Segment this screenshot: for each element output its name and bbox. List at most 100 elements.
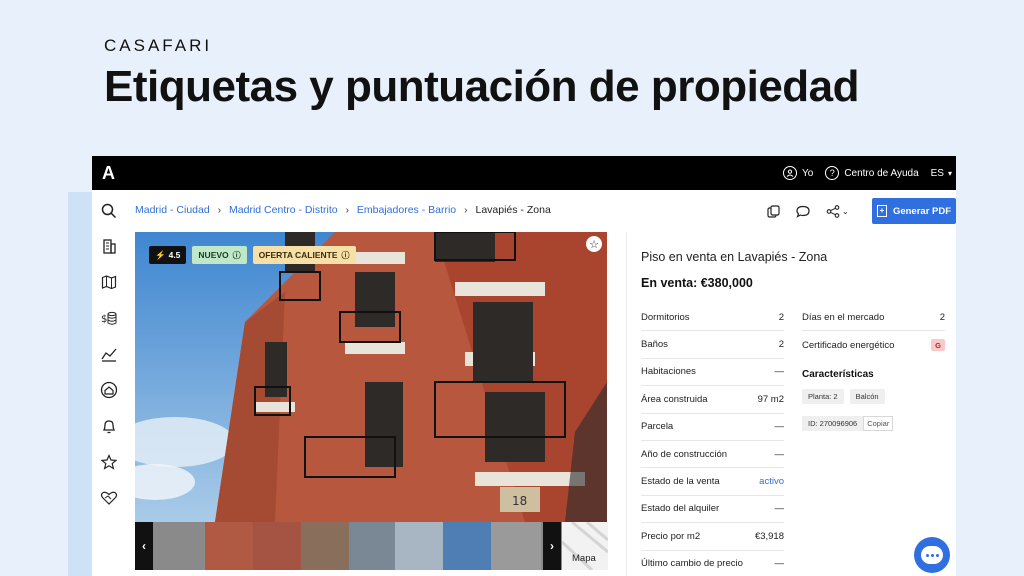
breadcrumb-district[interactable]: Madrid Centro - Distrito <box>229 204 338 216</box>
detail-row: Estado del alquiler — <box>641 496 785 524</box>
detail-label: Área construida <box>641 393 708 405</box>
analytics-icon[interactable] <box>100 345 118 363</box>
detail-value: 2 <box>778 339 784 351</box>
property-tags: ⚡ 4.5 NUEVO ⓘ OFERTA CALIENTE ⓘ <box>149 246 356 264</box>
detail-label: Parcela <box>641 421 674 433</box>
handshake-heart-icon[interactable] <box>100 489 118 507</box>
listing-title: Piso en venta en Lavapiés - Zona <box>641 250 828 264</box>
home-search-icon[interactable] <box>100 381 118 399</box>
map-thumbnail[interactable]: Mapa <box>562 522 608 570</box>
hot-offer-tag[interactable]: OFERTA CALIENTE ⓘ <box>252 246 356 264</box>
map-label: Mapa <box>572 553 596 564</box>
detail-row: Último cambio de precio — <box>641 551 784 576</box>
chat-bubble-icon <box>921 546 943 564</box>
app-logo[interactable]: A <box>102 163 115 184</box>
toolbar: ⌄ <box>762 200 849 222</box>
property-photo[interactable]: 18 <box>135 232 607 522</box>
valuation-icon[interactable]: $ <box>100 309 118 327</box>
detail-value: 2 <box>939 311 945 323</box>
listing-price: En venta: €380,000 <box>641 276 753 290</box>
breadcrumb-neighborhood[interactable]: Embajadores - Barrio <box>357 204 456 216</box>
chevron-right-icon: › <box>217 204 222 216</box>
detail-value: — <box>774 503 785 515</box>
detail-label: Estado de la venta <box>641 476 720 488</box>
star-icon[interactable] <box>100 453 118 471</box>
thumbnail-strip: ‹ › <box>135 522 607 570</box>
detail-value: — <box>774 421 785 433</box>
chip-floor: Planta: 2 <box>802 389 844 404</box>
detail-row: Días en el mercado 2 <box>802 304 945 332</box>
characteristics-chips: Planta: 2 Balcón <box>802 389 885 404</box>
map-icon[interactable] <box>100 273 118 291</box>
detail-value: 2 <box>778 311 784 323</box>
door-number: 18 <box>512 494 527 508</box>
bolt-icon: ⚡ <box>155 249 166 260</box>
file-plus-icon: + <box>876 205 887 217</box>
favorite-star-icon[interactable]: ☆ <box>586 236 602 252</box>
sale-status-link[interactable]: activo <box>759 476 784 487</box>
generate-pdf-label: Generar PDF <box>892 205 952 217</box>
listing-id: ID: 270096906 <box>802 416 864 431</box>
detail-label: Baños <box>641 339 668 351</box>
detail-label: Precio por m2 <box>641 530 701 542</box>
chat-button[interactable] <box>914 537 950 573</box>
top-bar: A Yo ? Centro de Ayuda ES ▾ <box>92 156 956 190</box>
listing-details-panel: Piso en venta en Lavapiés - Zona En vent… <box>626 232 956 576</box>
detail-row: Estado de la venta activo <box>641 468 784 496</box>
breadcrumb: Madrid - Ciudad › Madrid Centro - Distri… <box>135 204 551 216</box>
detail-row: Habitaciones — <box>641 359 785 387</box>
user-icon <box>782 166 797 180</box>
score-badge[interactable]: ⚡ 4.5 <box>149 246 187 264</box>
detail-row: Año de construcción — <box>641 441 785 469</box>
characteristics-title: Características <box>802 369 874 380</box>
detail-label: Habitaciones <box>641 366 696 378</box>
chevron-down-icon[interactable]: ▾ <box>948 169 952 178</box>
comment-icon[interactable] <box>792 200 814 222</box>
help-icon: ? <box>825 166 840 180</box>
generate-pdf-button[interactable]: + Generar PDF <box>872 198 956 224</box>
info-icon[interactable]: ⓘ <box>342 250 350 261</box>
breadcrumb-city[interactable]: Madrid - Ciudad <box>135 204 210 216</box>
app-window: A Yo ? Centro de Ayuda ES ▾ $ Madrid - C… <box>92 156 956 576</box>
chevron-right-icon: › <box>345 204 349 216</box>
user-menu[interactable]: Yo <box>782 166 814 180</box>
new-tag-label: NUEVO <box>198 250 229 260</box>
details-left-column: Dormitorios 2 Baños 2 Habitaciones — Área c… <box>641 304 784 576</box>
svg-text:$: $ <box>101 314 107 325</box>
detail-row: Baños 2 <box>641 331 784 359</box>
detail-row: Dormitorios 2 <box>641 304 784 332</box>
listing-id-row: ID: 270096906 Copiar <box>802 416 894 431</box>
detail-value: €3,918 <box>754 530 784 542</box>
detail-value: — <box>774 366 785 378</box>
chevron-right-icon[interactable]: › <box>543 522 561 570</box>
info-icon[interactable]: ⓘ <box>233 250 241 261</box>
help-center-link[interactable]: ? Centro de Ayuda <box>825 166 919 180</box>
bell-icon[interactable] <box>100 417 118 435</box>
language-selector[interactable]: ES <box>931 168 944 179</box>
share-icon[interactable] <box>822 200 844 222</box>
detail-label: Último cambio de precio <box>641 558 743 570</box>
decorative-strip <box>68 192 92 576</box>
sidebar: $ <box>92 190 126 576</box>
copy-id-button[interactable]: Copiar <box>863 416 894 431</box>
detail-row: Área construida 97 m2 <box>641 386 784 414</box>
detail-label: Estado del alquiler <box>641 503 720 515</box>
new-tag[interactable]: NUEVO ⓘ <box>192 246 247 264</box>
chip-balcony: Balcón <box>849 389 885 404</box>
help-label: Centro de Ayuda <box>844 167 919 179</box>
details-right-column: Días en el mercado 2 Certificado energéti… <box>802 304 945 359</box>
headline: Etiquetas y puntuación de propiedad <box>104 62 860 111</box>
brand-logo: CASAFARI <box>104 36 213 55</box>
detail-value: — <box>774 448 785 460</box>
chevron-down-icon[interactable]: ⌄ <box>842 207 849 216</box>
detail-value: 97 m2 <box>757 393 784 405</box>
detail-label: Dormitorios <box>641 311 690 323</box>
detail-label: Certificado energético <box>802 339 895 351</box>
search-icon[interactable] <box>100 202 118 220</box>
chevron-right-icon: › <box>464 204 468 216</box>
building-icon[interactable] <box>100 237 118 255</box>
user-label: Yo <box>801 167 814 179</box>
detail-row: Precio por m2 €3,918 <box>641 523 784 551</box>
copy-icon[interactable] <box>762 200 784 222</box>
detail-value: — <box>774 558 785 570</box>
